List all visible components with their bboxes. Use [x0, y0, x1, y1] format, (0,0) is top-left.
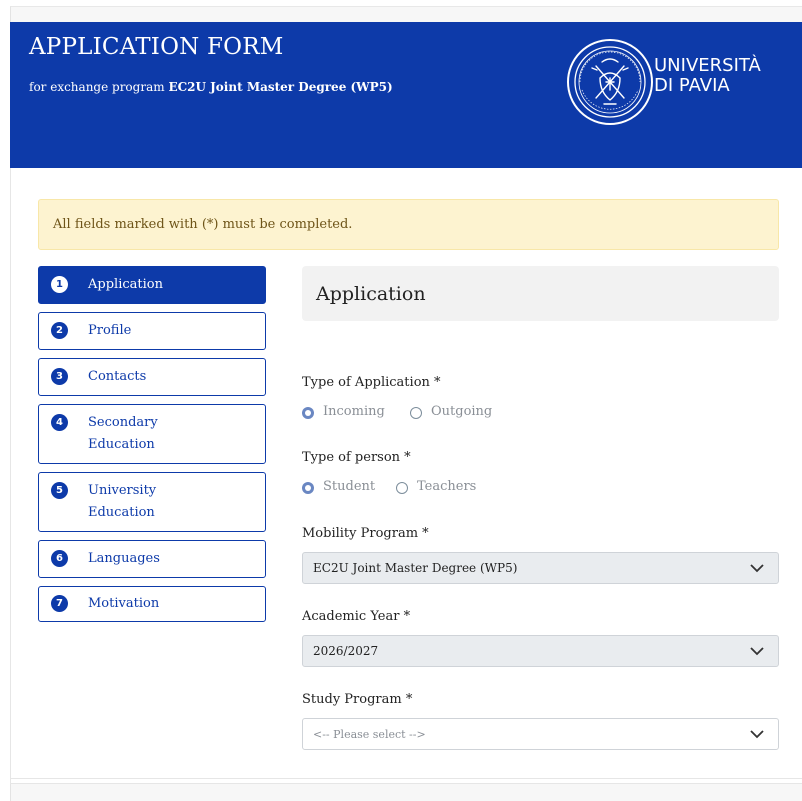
university-seal-icon — [567, 39, 653, 125]
radio-unchecked-icon — [410, 407, 422, 419]
step-label: Languages — [88, 551, 160, 566]
mobility-program-value: EC2U Joint Master Degree (WP5) — [313, 561, 518, 575]
step-secondary-education[interactable]: 4 Secondary Education — [38, 404, 266, 464]
study-program-placeholder: <-- Please select --> — [313, 728, 426, 741]
mobility-program-select[interactable]: EC2U Joint Master Degree (WP5) — [302, 552, 779, 584]
page-title: APPLICATION FORM — [29, 34, 284, 60]
subtitle-program: EC2U Joint Master Degree (WP5) — [168, 80, 393, 94]
section-header: Application — [302, 266, 779, 321]
academic-year-value: 2026/2027 — [313, 644, 379, 658]
radio-label: Student — [323, 479, 376, 494]
radio-label: Incoming — [323, 404, 385, 419]
required-fields-alert: All fields marked with (*) must be compl… — [38, 199, 779, 250]
page-subtitle: for exchange program EC2U Joint Master D… — [29, 80, 393, 94]
step-number: 1 — [51, 276, 68, 293]
radio-checked-icon — [302, 407, 314, 419]
chevron-down-icon — [750, 564, 764, 573]
chevron-down-icon — [750, 730, 764, 739]
academic-year-label: Academic Year * — [302, 609, 411, 624]
academic-year-select[interactable]: 2026/2027 — [302, 635, 779, 667]
step-number: 2 — [51, 322, 68, 339]
step-languages[interactable]: 6 Languages — [38, 540, 266, 578]
step-number: 7 — [51, 595, 68, 612]
step-label: Secondary Education — [88, 415, 158, 452]
study-program-label: Study Program * — [302, 692, 413, 707]
step-university-education[interactable]: 5 University Education — [38, 472, 266, 532]
step-label: Motivation — [88, 596, 160, 611]
step-application[interactable]: 1 Application — [38, 266, 266, 304]
step-profile[interactable]: 2 Profile — [38, 312, 266, 350]
radio-label: Teachers — [417, 479, 477, 494]
university-name-line2: DI PAVIA — [654, 75, 730, 96]
type-of-person-label: Type of person * — [302, 450, 411, 465]
study-program-select[interactable]: <-- Please select --> — [302, 718, 779, 750]
step-number: 5 — [51, 482, 68, 499]
radio-checked-icon — [302, 482, 314, 494]
step-label: Contacts — [88, 369, 147, 384]
step-number: 6 — [51, 550, 68, 567]
step-label: University Education — [88, 483, 157, 520]
section-title: Application — [316, 283, 426, 305]
step-label: Profile — [88, 323, 132, 338]
university-name-line1: UNIVERSITÀ — [654, 55, 761, 76]
radio-unchecked-icon — [396, 482, 408, 494]
step-number: 4 — [51, 414, 68, 431]
step-contacts[interactable]: 3 Contacts — [38, 358, 266, 396]
step-motivation[interactable]: 7 Motivation — [38, 586, 266, 622]
step-number: 3 — [51, 368, 68, 385]
step-label: Application — [88, 277, 163, 292]
subtitle-prefix: for exchange program — [29, 80, 169, 94]
mobility-program-label: Mobility Program * — [302, 526, 429, 541]
university-name: UNIVERSITÀ DI PAVIA — [654, 56, 761, 96]
chevron-down-icon — [750, 647, 764, 656]
type-of-application-label: Type of Application * — [302, 375, 441, 390]
alert-text: All fields marked with (*) must be compl… — [53, 217, 353, 232]
radio-label: Outgoing — [431, 404, 493, 419]
footer-divider — [10, 778, 802, 779]
